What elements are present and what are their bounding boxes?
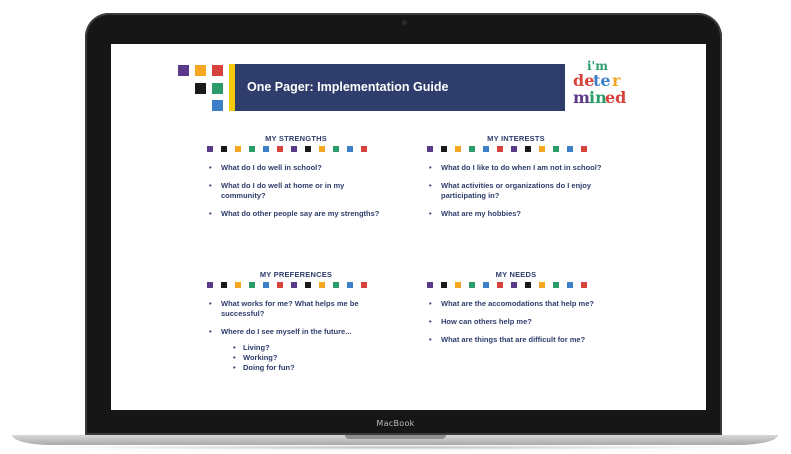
section-preferences: MY PREFERENCES What works for me? What h… (207, 270, 385, 373)
list-item: What works for me? What helps me be succ… (207, 299, 385, 319)
laptop-base-notch (345, 435, 446, 439)
decor-square (195, 65, 206, 76)
laptop-screen: One Pager: Implementation Guide i'm de t… (111, 44, 706, 410)
color-dots (207, 146, 385, 154)
im-determined-logo: i'm de te r m in ed (573, 59, 627, 107)
slide-title-bar: One Pager: Implementation Guide (229, 64, 565, 111)
section-strengths: MY STRENGTHS What do I do well in school… (207, 134, 385, 227)
list-item: How can others help me? (427, 317, 605, 327)
list-item: What do I do well in school? (207, 163, 385, 173)
list-item: What do I do well at home or in my commu… (207, 181, 385, 201)
list-item: Where do I see myself in the future... (207, 327, 385, 337)
camera-icon (401, 20, 407, 25)
section-title: MY NEEDS (495, 270, 537, 279)
list-item: What activities or organizations do I en… (427, 181, 605, 201)
decor-square (212, 83, 223, 94)
list-item: What are the accomodations that help me? (427, 299, 605, 309)
list-item: What are things that are difficult for m… (427, 335, 605, 345)
section-needs: MY NEEDS What are the accomodations that… (427, 270, 605, 353)
device-brand-label: MacBook (376, 419, 415, 428)
sub-list: Living? Working? Doing for fun? (207, 343, 385, 373)
color-dots (427, 146, 605, 154)
list-item: What do other people say are my strength… (207, 209, 385, 219)
list-item: What are my hobbies? (427, 209, 605, 219)
section-title: MY PREFERENCES (259, 270, 333, 279)
sub-list-item: Working? (233, 353, 385, 363)
sub-list-item: Living? (233, 343, 385, 353)
list-item: What do I like to do when I am not in sc… (427, 163, 605, 173)
decor-square (195, 83, 206, 94)
color-dots (427, 282, 605, 290)
section-title: MY INTERESTS (487, 134, 545, 143)
decor-square (212, 65, 223, 76)
color-dots (207, 282, 385, 290)
laptop-shadow (30, 445, 760, 450)
sub-list-item: Doing for fun? (233, 363, 385, 373)
section-interests: MY INTERESTS What do I like to do when I… (427, 134, 605, 227)
decor-square (178, 65, 189, 76)
slide-title: One Pager: Implementation Guide (247, 80, 449, 94)
decor-square (212, 100, 223, 111)
section-title: MY STRENGTHS (265, 134, 327, 143)
